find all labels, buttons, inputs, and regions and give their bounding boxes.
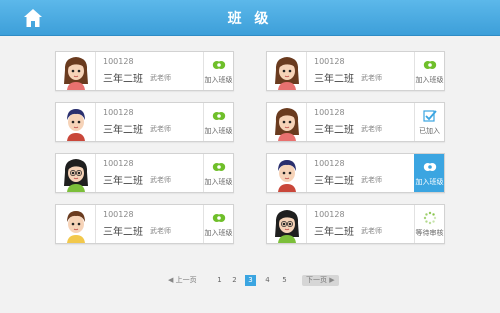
app-header: 班 级: [0, 0, 500, 36]
action-label: 加入班级: [204, 178, 233, 186]
teacher-name: 武老师: [361, 227, 382, 235]
class-code: 100128: [103, 57, 134, 66]
page-title: 班 级: [227, 11, 273, 27]
page-1-button[interactable]: 1: [214, 275, 225, 286]
arrow-left-icon: ◀: [168, 276, 174, 284]
class-code: 100128: [103, 159, 134, 168]
teacher-avatar: [56, 52, 96, 90]
class-code: 100128: [314, 159, 345, 168]
class-name: 三年二班: [103, 176, 143, 187]
page-3-button[interactable]: 3: [245, 275, 256, 286]
class-code: 100128: [314, 108, 345, 117]
action-label: 等待审核: [415, 229, 444, 237]
join-class-button[interactable]: 加入班级: [203, 52, 233, 90]
pagination: ◀ 上一页 1 2 3 4 5 下一页 ▶: [0, 275, 500, 289]
class-name: 三年二班: [314, 74, 354, 85]
class-card[interactable]: 100128 三年二班 武老师 加入班级: [266, 51, 445, 91]
teacher-avatar: [267, 52, 307, 90]
teacher-avatar: [267, 103, 307, 141]
class-card[interactable]: 100128 三年二班 武老师 加入班级: [55, 204, 234, 244]
teacher-name: 武老师: [361, 74, 382, 82]
teacher-avatar: [56, 154, 96, 192]
pending-status: 等待审核: [414, 205, 444, 243]
teacher-name: 武老师: [150, 74, 171, 82]
teacher-avatar: [267, 154, 307, 192]
joined-status: 已加入: [414, 103, 444, 141]
join-class-button[interactable]: 加入班级: [203, 205, 233, 243]
action-label: 加入班级: [204, 76, 233, 84]
loading-spinner-icon: [423, 211, 437, 225]
join-circles-icon: [212, 163, 226, 171]
teacher-name: 武老师: [361, 176, 382, 184]
next-page-button[interactable]: 下一页 ▶: [302, 275, 339, 286]
class-code: 100128: [103, 210, 134, 219]
join-class-button[interactable]: 加入班级: [203, 154, 233, 192]
prev-page-button[interactable]: ◀ 上一页: [168, 275, 197, 286]
class-code: 100128: [103, 108, 134, 117]
arrow-right-icon: ▶: [329, 276, 335, 284]
class-code: 100128: [314, 210, 345, 219]
teacher-name: 武老师: [150, 176, 171, 184]
join-circles-icon: [423, 61, 437, 69]
class-card[interactable]: 100128 三年二班 武老师 加入班级: [55, 153, 234, 193]
page-5-button[interactable]: 5: [279, 275, 290, 286]
class-name: 三年二班: [103, 227, 143, 238]
class-card[interactable]: 100128 三年二班 武老师 等待审核: [266, 204, 445, 244]
action-label: 加入班级: [204, 127, 233, 135]
join-class-button[interactable]: 加入班级: [203, 103, 233, 141]
teacher-name: 武老师: [150, 227, 171, 235]
page-2-button[interactable]: 2: [229, 275, 240, 286]
join-circles-icon: [423, 163, 437, 171]
action-label: 加入班级: [204, 229, 233, 237]
class-name: 三年二班: [314, 176, 354, 187]
class-name: 三年二班: [103, 74, 143, 85]
class-card[interactable]: 100128 三年二班 武老师 加入班级: [55, 102, 234, 142]
class-code: 100128: [314, 57, 345, 66]
action-label: 加入班级: [415, 76, 444, 84]
class-card[interactable]: 100128 三年二班 武老师 已加入: [266, 102, 445, 142]
join-circles-icon: [212, 61, 226, 69]
teacher-avatar: [56, 205, 96, 243]
teacher-avatar: [267, 205, 307, 243]
teacher-name: 武老师: [150, 125, 171, 133]
teacher-avatar: [56, 103, 96, 141]
class-card[interactable]: 100128 三年二班 武老师 加入班级: [55, 51, 234, 91]
class-name: 三年二班: [314, 125, 354, 136]
join-class-button[interactable]: 加入班级: [414, 154, 444, 192]
action-label: 加入班级: [415, 178, 444, 186]
action-label: 已加入: [419, 127, 440, 135]
join-circles-icon: [212, 214, 226, 222]
join-class-button[interactable]: 加入班级: [414, 52, 444, 90]
join-circles-icon: [212, 112, 226, 120]
class-card[interactable]: 100128 三年二班 武老师 加入班级: [266, 153, 445, 193]
page-4-button[interactable]: 4: [262, 275, 273, 286]
checkbox-checked-icon: [423, 110, 437, 122]
class-name: 三年二班: [314, 227, 354, 238]
teacher-name: 武老师: [361, 125, 382, 133]
class-name: 三年二班: [103, 125, 143, 136]
